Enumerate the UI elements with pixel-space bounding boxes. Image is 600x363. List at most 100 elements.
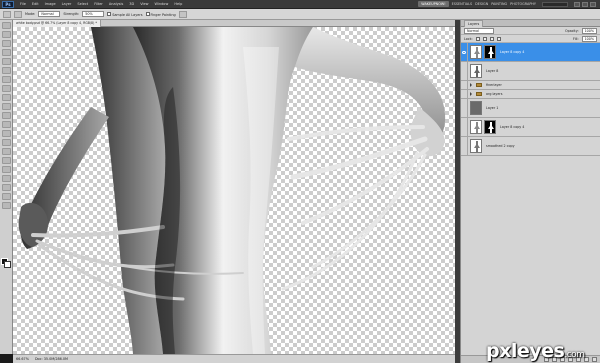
sample-all-layers-option[interactable]: Sample All Layers [107,11,143,17]
lock-label: Lock: [464,36,473,41]
menu-file[interactable]: File [20,2,26,6]
workspace-painting[interactable]: PAINTING [491,2,507,6]
type-tool-icon[interactable] [1,157,11,164]
maximize-icon[interactable] [582,1,588,7]
minimize-icon[interactable] [574,1,580,7]
layer-mask-thumbnail[interactable] [484,120,496,134]
tab-layers[interactable]: Layers [464,19,484,27]
trash-icon[interactable] [592,357,597,362]
menu-view[interactable]: View [140,2,148,6]
menu-layer[interactable]: Layer [62,2,72,6]
marquee-tool-icon[interactable] [1,31,11,38]
dodge-tool-icon[interactable] [1,139,11,146]
menu-help[interactable]: Help [174,2,182,6]
pen-tool-icon[interactable] [1,148,11,155]
eyedropper-tool-icon[interactable] [1,67,11,74]
brush-tool-icon[interactable] [1,85,11,92]
new-layer-icon[interactable] [584,357,589,362]
document-info: Doc: 35.0M/286.0M [34,357,68,361]
window-controls [574,1,596,7]
pxleyes-watermark: pxleyes.com [486,340,585,362]
smudge-tool-icon[interactable] [1,130,11,137]
visibility-eye-icon[interactable] [461,61,468,81]
watermark-domain: .com [564,350,585,360]
visibility-eye-icon[interactable] [461,42,468,62]
expand-triangle-icon[interactable] [470,83,472,87]
quick-select-tool-icon[interactable] [1,49,11,56]
3d-rotate-tool-icon[interactable] [1,184,11,191]
layer-row[interactable]: Layer 8 [461,61,600,81]
background-color-swatch[interactable] [4,261,11,268]
menu-window[interactable]: Window [155,2,169,6]
path-select-tool-icon[interactable] [1,166,11,173]
eraser-tool-icon[interactable] [1,112,11,119]
layer-name: Layer 8 [486,69,499,73]
finger-painting-option[interactable]: Finger Painting [145,11,176,17]
menu-analysis[interactable]: Analysis [109,2,123,6]
lock-position-icon[interactable] [489,36,494,41]
visibility-eye-icon[interactable] [461,136,468,156]
layer-row[interactable]: Layer 8 copy 4 [461,42,600,62]
mode-select[interactable]: Normal [38,11,61,17]
zoom-level[interactable]: 66.67% [16,357,29,361]
sample-all-layers-checkbox[interactable] [107,11,112,16]
close-icon[interactable] [590,1,596,7]
visibility-eye-icon[interactable] [461,89,468,99]
group-name: finerlayer [486,83,502,87]
layer-row[interactable]: smoothed 2 copy [461,136,600,156]
lock-transparency-icon[interactable] [475,36,480,41]
brush-preset-icon[interactable] [14,10,22,18]
smudge-tool-preset-icon[interactable] [3,10,11,18]
cs-live-search[interactable] [542,1,568,7]
menu-edit[interactable]: Edit [32,2,39,6]
workspace-photography[interactable]: PHOTOGRAPHY [510,2,536,6]
strength-field[interactable]: 50% [82,11,105,17]
layers-panel-tabs: Layers [461,19,600,27]
document-canvas[interactable] [13,27,455,354]
sample-all-layers-label: Sample All Layers [112,12,143,17]
layer-group-row[interactable]: org layers [461,89,600,99]
visibility-eye-icon[interactable] [461,98,468,118]
shape-tool-icon[interactable] [1,175,11,182]
layer-group-row[interactable]: finerlayer [461,80,600,90]
pressure-icon[interactable] [178,10,187,18]
fill-field[interactable]: 100% [581,35,597,42]
menu-3d[interactable]: 3D [129,2,134,6]
menu-filter[interactable]: Filter [94,2,103,6]
history-brush-tool-icon[interactable] [1,103,11,110]
layer-thumbnail [470,139,482,153]
options-bar: Mode: Normal Strength: 50% Sample All La… [0,9,600,20]
lock-all-icon[interactable] [496,36,501,41]
document-tab[interactable]: white body.psd @ 66.7% (Layer 8 copy 4, … [13,20,101,27]
visibility-eye-icon[interactable] [461,117,468,137]
clone-stamp-tool-icon[interactable] [1,94,11,101]
workspace-design[interactable]: DESIGN [475,2,488,6]
layer-thumbnail [470,120,482,134]
healing-brush-tool-icon[interactable] [1,76,11,83]
lock-pixels-icon[interactable] [482,36,487,41]
layer-row[interactable]: Layer 8 copy 4 [461,117,600,137]
finger-painting-checkbox[interactable] [145,11,150,16]
gradient-tool-icon[interactable] [1,121,11,128]
opacity-field[interactable]: 100% [581,27,597,34]
menu-image[interactable]: Image [45,2,56,6]
workspace-essentials[interactable]: ESSENTIALS [452,2,473,6]
tools-panel [0,20,13,354]
visibility-eye-icon[interactable] [461,80,468,90]
folder-icon [476,92,482,96]
menu-select[interactable]: Select [77,2,88,6]
blend-mode-select[interactable]: Normal [464,27,494,34]
layer-name: smoothed 2 copy [486,144,515,148]
workspace-wakeupnow[interactable]: WAKEUPNOW! [418,1,449,7]
expand-triangle-icon[interactable] [470,92,472,96]
layer-thumbnail [470,101,482,115]
zoom-tool-icon[interactable] [1,202,11,209]
photoshop-logo: Ps [2,0,14,8]
hand-tool-icon[interactable] [1,193,11,200]
move-tool-icon[interactable] [1,22,11,29]
layer-mask-thumbnail[interactable] [484,45,496,59]
layer-row[interactable]: Layer 1 [461,98,600,118]
lasso-tool-icon[interactable] [1,40,11,47]
crop-tool-icon[interactable] [1,58,11,65]
opacity-label: Opacity: [565,28,579,33]
